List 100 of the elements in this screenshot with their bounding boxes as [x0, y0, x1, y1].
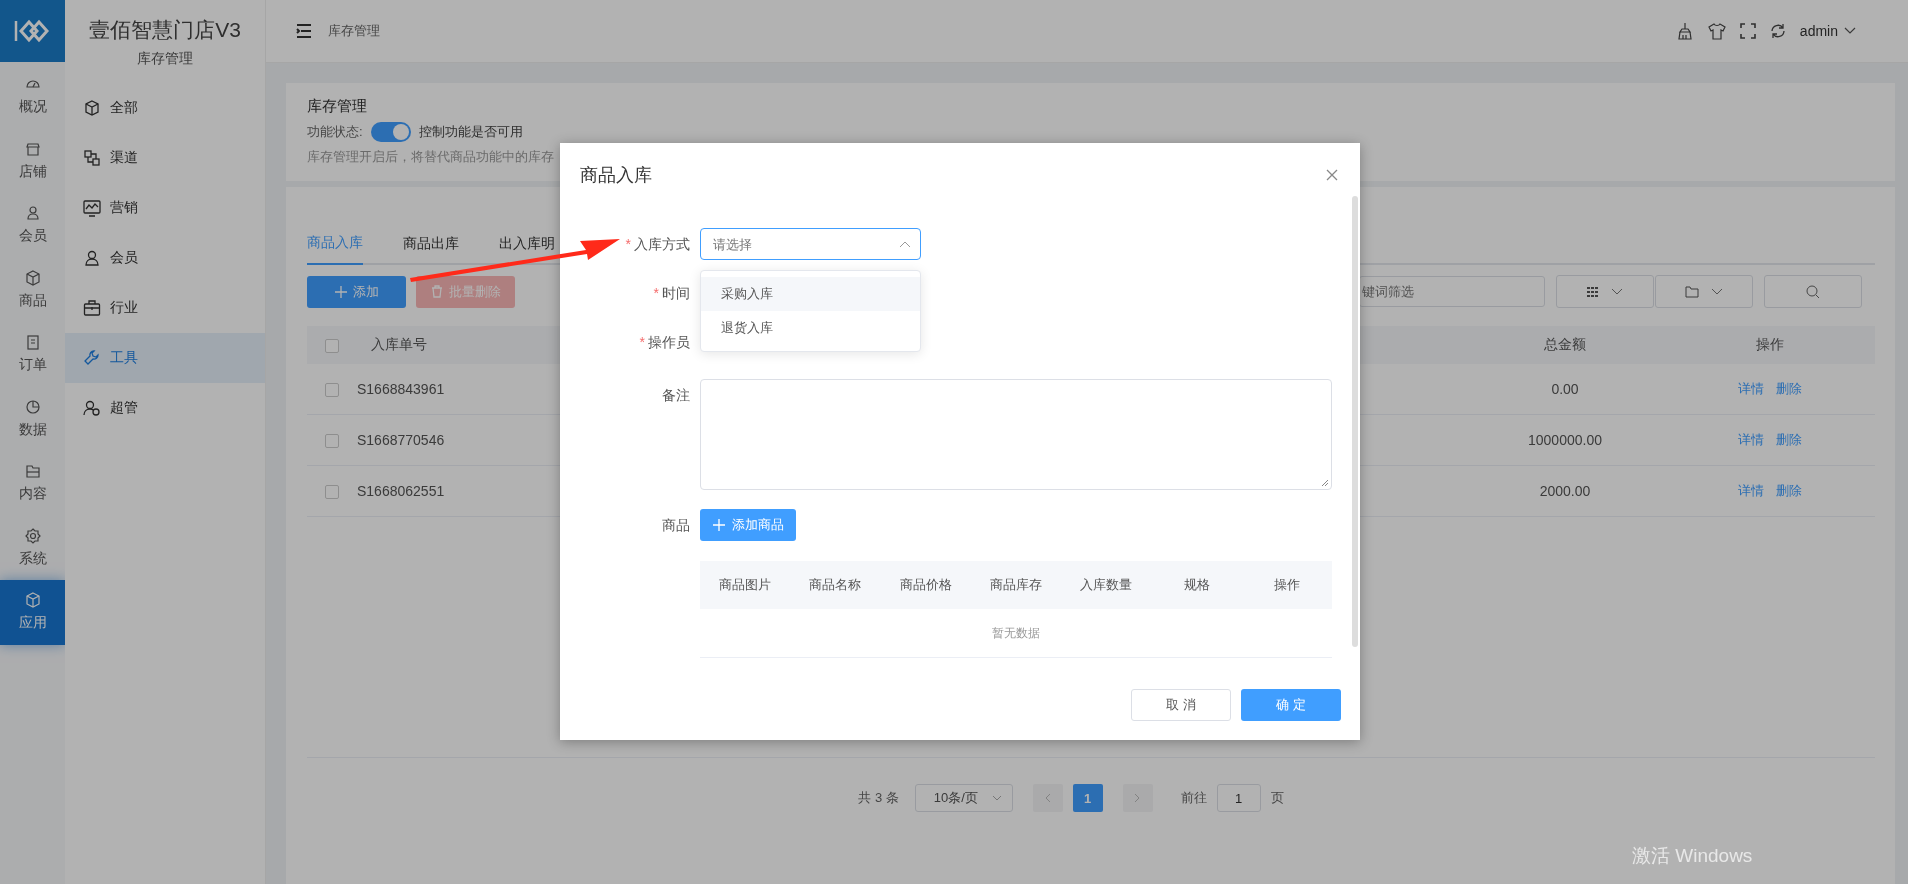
- breadcrumb: 库存管理: [328, 22, 380, 40]
- table-cell: S1668062551: [357, 483, 445, 499]
- rail-nav-item[interactable]: 内容: [0, 451, 65, 516]
- page-size-select[interactable]: 10条/页: [914, 784, 1013, 812]
- rail-nav-item[interactable]: 应用: [0, 580, 65, 645]
- field-label: 入库方式: [634, 236, 690, 252]
- shop-icon: [24, 140, 41, 157]
- section-title: 库存管理: [137, 49, 193, 68]
- grid-dropdown[interactable]: [1556, 275, 1654, 308]
- shirt-icon[interactable]: [1707, 22, 1726, 40]
- field-label: 操作员: [648, 334, 690, 350]
- field-label: 备注: [662, 387, 690, 403]
- resize-grip-icon[interactable]: [1321, 479, 1329, 487]
- table-cell: 0.00: [1551, 381, 1579, 397]
- sidebar-item[interactable]: 会员: [65, 233, 265, 283]
- wrench-icon: [83, 349, 101, 367]
- field-label: 商品: [662, 517, 690, 533]
- rail-nav-item[interactable]: 数据: [0, 386, 65, 451]
- user-icon: [24, 205, 41, 222]
- row-checkbox[interactable]: [325, 383, 339, 398]
- pie-chart-icon: [24, 398, 41, 415]
- confirm-button[interactable]: 确 定: [1241, 689, 1341, 721]
- sidebar-item[interactable]: 营销: [65, 183, 265, 233]
- cube-icon: [83, 99, 101, 117]
- prev-page-button[interactable]: [1032, 784, 1063, 812]
- user-icon: [83, 249, 101, 267]
- empty-text: 暂无数据: [992, 624, 1040, 642]
- dropdown-option[interactable]: 退货入库: [701, 311, 920, 345]
- next-page-button[interactable]: [1122, 784, 1153, 812]
- rail-nav-item[interactable]: 商品: [0, 257, 65, 322]
- remark-field[interactable]: [700, 379, 1332, 490]
- plus-icon: [712, 519, 725, 531]
- column-header: 入库单号: [371, 336, 427, 352]
- column-header: 商品库存: [990, 576, 1042, 594]
- chevron-up-icon: [899, 240, 911, 248]
- sidebar-item[interactable]: 渠道: [65, 133, 265, 183]
- sidebar-item[interactable]: 行业: [65, 283, 265, 333]
- dropdown-option[interactable]: 采购入库: [701, 277, 920, 311]
- app-title: 壹佰智慧门店V3: [89, 16, 241, 43]
- column-header: 总金额: [1544, 336, 1586, 352]
- fullscreen-icon[interactable]: [1739, 23, 1756, 39]
- row-checkbox[interactable]: [325, 485, 339, 500]
- column-header: 商品名称: [809, 576, 862, 594]
- sidebar-item[interactable]: 全部: [65, 83, 265, 133]
- user-menu[interactable]: admin: [1799, 23, 1838, 39]
- cancel-button[interactable]: 取 消: [1131, 689, 1231, 721]
- switch-label: 功能状态:: [307, 123, 363, 141]
- required-mark: *: [653, 285, 659, 301]
- briefcase-icon: [83, 299, 101, 317]
- description: 库存管理开启后，将替代商品功能中的库存: [307, 148, 555, 166]
- sidebar-item[interactable]: 超管: [65, 383, 265, 433]
- chevron-down-icon: [1711, 287, 1723, 296]
- user-badge-icon: [83, 399, 101, 417]
- folder-icon: [24, 463, 41, 480]
- rail-nav-item[interactable]: 系统: [0, 515, 65, 580]
- page-input[interactable]: 1: [1216, 784, 1261, 812]
- tab[interactable]: 商品出库: [403, 222, 459, 264]
- table-cell: S1668770546: [357, 432, 445, 448]
- cube-icon: [24, 592, 41, 609]
- search-button[interactable]: [1764, 275, 1862, 308]
- scrollbar[interactable]: [1352, 196, 1358, 647]
- chart-icon: [83, 199, 101, 217]
- trash-icon: [430, 285, 443, 298]
- total-count: 共 3 条: [858, 789, 899, 807]
- tab[interactable]: 出入库明: [499, 222, 555, 264]
- select-all-checkbox[interactable]: [325, 339, 339, 354]
- column-header: 入库数量: [1080, 576, 1133, 594]
- add-goods-button[interactable]: 添加商品: [700, 509, 796, 541]
- plus-icon: [334, 285, 347, 298]
- menu-icon[interactable]: [296, 24, 312, 38]
- chevron-down-icon: [991, 795, 1002, 801]
- brush-icon[interactable]: [1675, 22, 1694, 40]
- column-header: 商品图片: [719, 576, 772, 594]
- filter-field[interactable]: 键词筛选: [1359, 276, 1545, 307]
- dialog-title: 商品入库: [580, 164, 652, 187]
- rail-nav-item[interactable]: 概况: [0, 64, 65, 129]
- toggle-switch[interactable]: [370, 122, 411, 142]
- chevron-left-icon: [1044, 793, 1052, 803]
- goto-label: 前往: [1180, 789, 1207, 807]
- nodes-icon: [83, 149, 101, 167]
- table-cell: 2000.00: [1539, 483, 1591, 499]
- chevron-right-icon: [1134, 793, 1142, 803]
- close-icon[interactable]: [1326, 169, 1338, 181]
- refresh-icon[interactable]: [1769, 23, 1786, 39]
- search-icon: [1806, 284, 1820, 299]
- sidebar-item[interactable]: 工具: [65, 333, 265, 383]
- chevron-down-icon: [1611, 287, 1623, 296]
- rail-nav-item[interactable]: 会员: [0, 193, 65, 258]
- table-cell: 1000000.00: [1528, 432, 1602, 448]
- type-select[interactable]: 请选择: [700, 228, 921, 260]
- row-checkbox[interactable]: [325, 434, 339, 449]
- grid-icon: [1587, 286, 1599, 297]
- column-header: 规格: [1183, 576, 1210, 594]
- chevron-down-icon[interactable]: [1844, 27, 1856, 35]
- column-header: 商品价格: [899, 576, 952, 594]
- folder-dropdown[interactable]: [1655, 275, 1753, 308]
- rail-nav-item[interactable]: 订单: [0, 322, 65, 387]
- required-mark: *: [625, 236, 631, 252]
- card-title: 库存管理: [307, 97, 368, 116]
- rail-nav-item[interactable]: 店铺: [0, 128, 65, 193]
